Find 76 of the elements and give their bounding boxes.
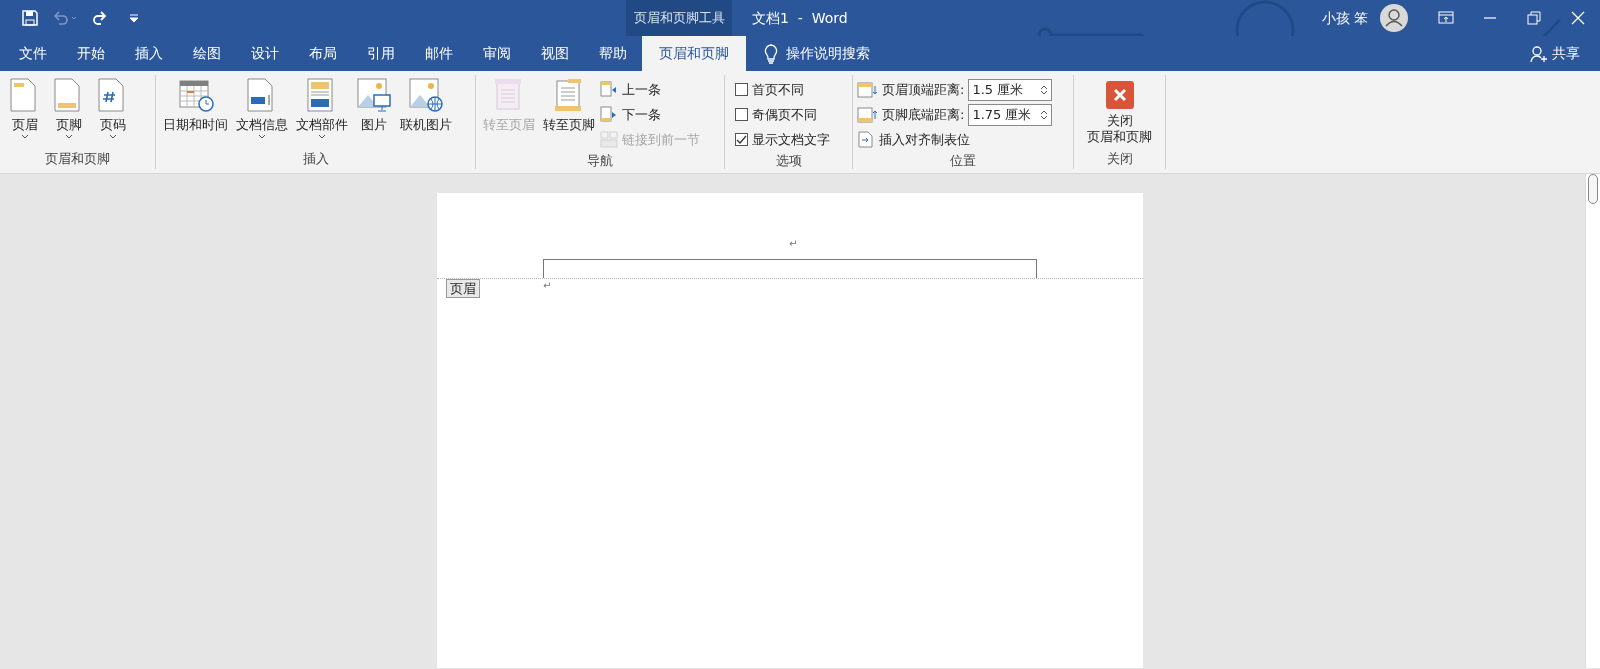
ribbon-tab[interactable]: 设计 (236, 36, 294, 71)
ribbon-tab[interactable]: 引用 (352, 36, 410, 71)
ribbon-button[interactable]: 转至页脚 (540, 75, 598, 151)
header-distance-icon (857, 81, 878, 98)
checkbox[interactable] (735, 133, 748, 146)
avatar-icon (1380, 4, 1408, 32)
paragraph-mark: ↵ (789, 239, 798, 249)
ribbon-button[interactable]: 页眉 (4, 75, 46, 149)
tell-me-search[interactable]: 操作说明搜索 (786, 43, 870, 64)
add-person-icon (1530, 44, 1548, 63)
ribbon-button[interactable]: 图片 (353, 75, 395, 149)
context-tool-label: 页眉和页脚工具 (626, 0, 732, 36)
down-icon (1040, 89, 1049, 96)
ribbon-button[interactable]: 页脚 (48, 75, 90, 149)
up-icon (1040, 83, 1049, 90)
ribbon-small-button[interactable]: 上一条 (600, 78, 700, 101)
group-label: 选项 (774, 152, 803, 170)
ribbon-tab[interactable]: 绘图 (178, 36, 236, 71)
ribbon-tab[interactable]: 插入 (120, 36, 178, 71)
ribbon-tab[interactable]: 视图 (526, 36, 584, 71)
ribbon-display-icon (1438, 10, 1454, 26)
vertical-scrollbar[interactable] (1585, 174, 1600, 668)
next-icon (600, 106, 618, 123)
undo-icon (52, 10, 78, 26)
link-sections-icon (600, 131, 618, 148)
up-icon (1040, 108, 1049, 115)
ribbon-button[interactable]: 联机图片 (397, 75, 455, 149)
checkbox-label: 显示文档文字 (752, 130, 830, 149)
field-label: 页眉顶端距离: (882, 80, 965, 99)
previous-icon (600, 81, 618, 98)
ribbon-button[interactable]: 文档信息 (233, 75, 291, 149)
minimize-icon (1484, 17, 1496, 19)
ribbon-small-button[interactable]: 下一条 (600, 103, 700, 126)
field-label: 页脚底端距离: (882, 105, 965, 124)
ribbon-button[interactable]: 页码 (92, 75, 134, 149)
ribbon-tab[interactable]: 帮助 (584, 36, 642, 71)
save-icon (22, 10, 38, 26)
footer-distance-icon (857, 106, 878, 123)
restore-icon (1526, 10, 1542, 26)
calendar-clock-icon (177, 77, 214, 113)
group-label: 插入 (301, 150, 330, 168)
ribbon-small-button[interactable]: 插入对齐制表位 (857, 128, 1053, 151)
checkbox[interactable] (735, 83, 748, 96)
close-header-footer-button[interactable]: 关闭 页眉和页脚 (1084, 75, 1155, 149)
ribbon-tab[interactable]: 文件 (4, 36, 62, 71)
lightbulb-icon (764, 43, 778, 64)
ribbon-button[interactable]: 文档部件 (293, 75, 351, 149)
group-label: 位置 (949, 152, 977, 170)
ribbon-tab[interactable]: 页眉和页脚 (642, 36, 746, 71)
spin-field[interactable]: 1.75 厘米 (968, 103, 1053, 126)
dropdown-icon (129, 13, 139, 23)
close-icon (1570, 10, 1586, 26)
ribbon-tab[interactable]: 开始 (62, 36, 120, 71)
checkbox-label: 奇偶页不同 (752, 105, 817, 124)
ribbon-tab[interactable]: 布局 (294, 36, 352, 71)
image-monitor-icon (356, 77, 392, 113)
down-icon (1040, 114, 1049, 121)
checkbox-label: 首页不同 (752, 80, 804, 99)
redo-icon (92, 10, 108, 26)
close-icon (1105, 81, 1134, 109)
group-label: 导航 (586, 152, 614, 170)
document-title: 文档1 - Word (752, 8, 848, 28)
ribbon-tab[interactable]: 邮件 (410, 36, 468, 71)
header-label: 页眉 (446, 279, 480, 298)
ribbon-tab[interactable]: 审阅 (468, 36, 526, 71)
group-label: 页眉和页脚 (44, 150, 111, 168)
group-label: 关闭 (1105, 150, 1134, 168)
user-name: 小孩 笨 (1321, 8, 1368, 28)
ribbon-button[interactable]: 日期和时间 (160, 75, 231, 149)
paragraph-mark: ↵ (543, 281, 552, 291)
checkbox[interactable] (735, 108, 748, 121)
check-icon (736, 134, 747, 145)
online-image-icon (408, 77, 444, 113)
share-button[interactable]: 共享 (1530, 36, 1580, 71)
tab-stop-icon (857, 131, 875, 148)
spin-field[interactable]: 1.5 厘米 (968, 78, 1053, 101)
